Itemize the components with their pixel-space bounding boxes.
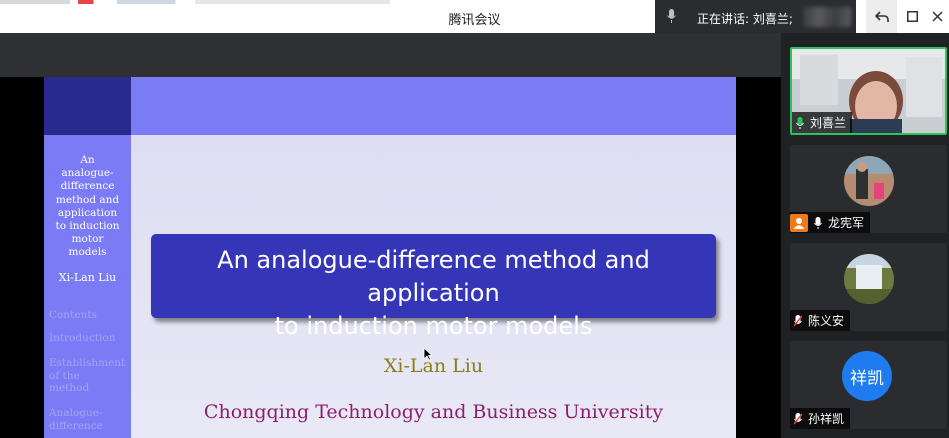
- sidebar-title-line: An: [80, 154, 95, 166]
- sidebar-title-line: application: [57, 206, 118, 219]
- slide-header-bar: [44, 77, 736, 135]
- mic-on-icon: [814, 216, 822, 229]
- sidebar-title-line: analogue-: [61, 167, 114, 180]
- participant-nametag: 孙祥凯: [790, 408, 851, 429]
- slide-corner-block: [44, 77, 131, 135]
- shared-slide: An analogue- difference method and appli…: [44, 77, 736, 438]
- speaking-indicator: 正在讲话: 刘喜兰;: [655, 0, 856, 33]
- participant-avatar-initials: 祥凯: [842, 351, 892, 401]
- slide-title-line-1: An analogue-difference method and applic…: [217, 246, 650, 307]
- sidebar-nav-introduction[interactable]: Introduction: [49, 332, 116, 345]
- speaking-label: 正在讲话: 刘喜兰;: [697, 12, 793, 26]
- mic-muted-icon: [794, 412, 802, 424]
- host-icon: [790, 213, 808, 232]
- participants-panel: 刘喜兰 龙宪军 陈义安 祥凯 孙祥凯: [781, 33, 949, 438]
- slide-institution: Chongqing Technology and Business Univer…: [203, 401, 664, 423]
- browser-tab-strip: [0, 0, 390, 4]
- sidebar-title: An analogue- difference method and appli…: [44, 154, 131, 260]
- participant-tile-active[interactable]: 刘喜兰: [790, 47, 947, 135]
- sidebar-title-line: to induction: [55, 220, 120, 233]
- letterbox-right: [736, 77, 781, 438]
- participant-tile[interactable]: 陈义安: [790, 243, 947, 331]
- participant-name: 孙祥凯: [808, 412, 845, 426]
- slide-title-box: An analogue-difference method and applic…: [151, 234, 716, 340]
- close-icon[interactable]: [925, 0, 949, 33]
- letterbox-left: [0, 77, 44, 438]
- slide-title-line-2: to induction motor models: [274, 312, 593, 340]
- participant-nametag: 刘喜兰: [792, 112, 853, 133]
- sidebar-author: Xi-Lan Liu: [58, 271, 117, 284]
- mic-muted-icon: [794, 314, 802, 326]
- sidebar-title-line: motor: [71, 233, 104, 246]
- participant-name: 刘喜兰: [810, 116, 847, 130]
- meeting-toolbar-area: [0, 33, 781, 77]
- participant-name: 龙宪军: [828, 216, 865, 230]
- sidebar-title-line: method and: [55, 193, 120, 206]
- participant-tile[interactable]: 龙宪军: [790, 145, 947, 233]
- maximize-icon[interactable]: [897, 0, 928, 33]
- undo-arrow-icon[interactable]: [866, 0, 897, 33]
- slide-author: Xi-Lan Liu: [383, 355, 484, 377]
- sidebar-nav-analogue-difference[interactable]: Analogue- difference: [49, 407, 103, 432]
- mouse-cursor-icon: [423, 347, 433, 361]
- slide-sidebar: An analogue- difference method and appli…: [44, 135, 131, 438]
- mic-on-icon: [796, 116, 804, 129]
- sidebar-nav-establishment[interactable]: Establishment of the method: [49, 357, 125, 395]
- participant-nametag: 陈义安: [790, 310, 851, 331]
- mic-icon: [667, 9, 676, 23]
- sidebar-nav-contents[interactable]: Contents: [49, 309, 97, 322]
- sidebar-title-line: difference: [60, 180, 115, 193]
- sidebar-title-line: models: [68, 246, 107, 259]
- participant-nametag: 龙宪军: [790, 212, 871, 233]
- participant-tile[interactable]: 祥凯 孙祥凯: [790, 341, 947, 429]
- blurred-speaker-names: [803, 7, 851, 27]
- participant-name: 陈义安: [808, 314, 845, 328]
